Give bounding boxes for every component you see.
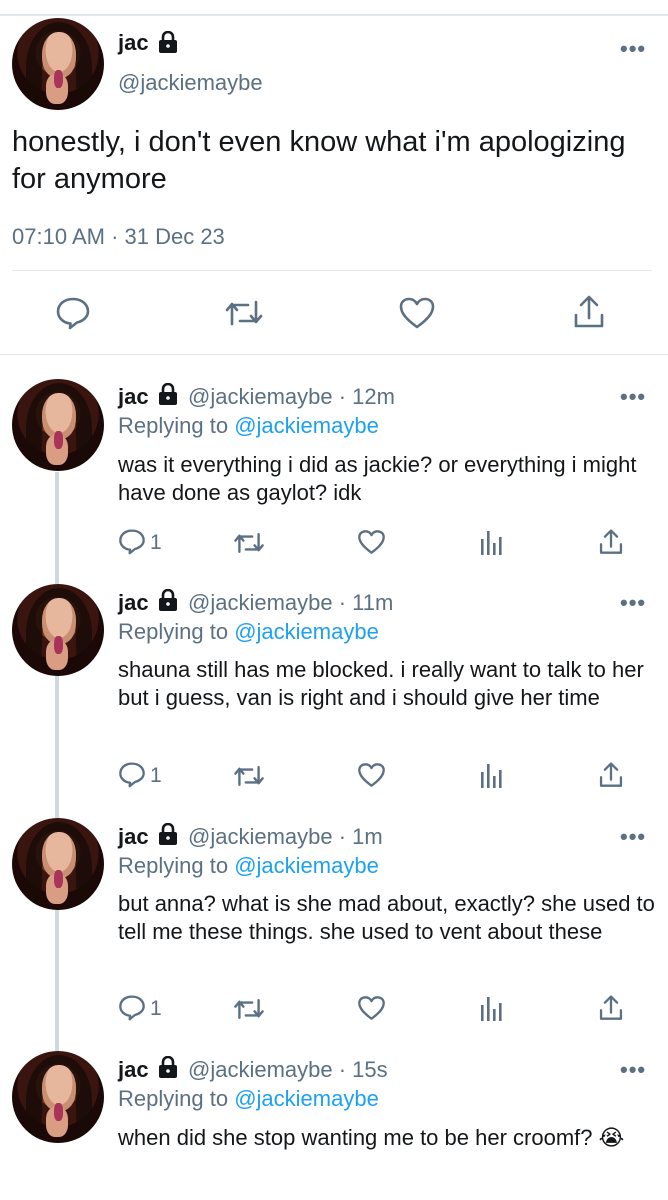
- replying-to: Replying to @jackiemaybe: [118, 619, 379, 644]
- username-timestamp[interactable]: @jackiemaybe · 1m: [188, 824, 383, 850]
- analytics-icon[interactable]: [480, 995, 502, 1021]
- display-name[interactable]: jac: [118, 824, 149, 850]
- lock-icon: [158, 382, 178, 405]
- display-name[interactable]: jac: [118, 384, 149, 410]
- lock-icon: [158, 1055, 178, 1078]
- retweet-icon[interactable]: [233, 764, 265, 788]
- avatar[interactable]: [12, 1051, 104, 1143]
- analytics-icon[interactable]: [480, 762, 502, 788]
- lock-icon: [158, 822, 178, 845]
- retweet-icon[interactable]: [233, 531, 265, 555]
- share-icon[interactable]: [598, 761, 624, 789]
- share-icon[interactable]: [598, 994, 624, 1022]
- lock-icon: [158, 588, 178, 611]
- top-divider: [0, 14, 668, 16]
- more-icon[interactable]: •••: [620, 1059, 646, 1081]
- replying-to: Replying to @jackiemaybe: [118, 413, 379, 438]
- thread-line: [55, 910, 59, 1052]
- avatar[interactable]: [12, 584, 104, 676]
- like-icon[interactable]: [357, 529, 386, 555]
- tweet-text: honestly, i don't even know what i'm apo…: [12, 126, 626, 195]
- divider: [0, 354, 668, 355]
- more-icon[interactable]: •••: [620, 826, 646, 848]
- tweet-text: shauna still has me blocked. i really wa…: [118, 657, 644, 710]
- tweet-timestamp[interactable]: 07:10 AM · 31 Dec 23: [12, 224, 225, 250]
- divider: [12, 270, 652, 271]
- reply-icon[interactable]: [118, 761, 146, 788]
- avatar[interactable]: [12, 818, 104, 910]
- lock-icon: [158, 30, 178, 53]
- avatar[interactable]: [12, 379, 104, 471]
- more-icon[interactable]: •••: [620, 386, 646, 408]
- like-icon[interactable]: [357, 762, 386, 788]
- username-timestamp[interactable]: @jackiemaybe · 15s: [188, 1057, 388, 1083]
- share-icon[interactable]: [572, 294, 606, 330]
- tweet-text: when did she stop wanting me to be her c…: [118, 1125, 625, 1150]
- reply-count: 1: [150, 764, 162, 787]
- display-name[interactable]: jac: [118, 30, 149, 56]
- mention-link[interactable]: @jackiemaybe: [234, 413, 379, 438]
- replying-to: Replying to @jackiemaybe: [118, 853, 379, 878]
- username-timestamp[interactable]: @jackiemaybe · 12m: [188, 384, 395, 410]
- retweet-icon[interactable]: [233, 997, 265, 1021]
- analytics-icon[interactable]: [480, 529, 502, 555]
- tweet-text: was it everything i did as jackie? or ev…: [118, 452, 637, 505]
- thread-line: [55, 472, 59, 584]
- like-icon[interactable]: [357, 995, 386, 1021]
- reply-count: 1: [150, 997, 162, 1020]
- reply-icon[interactable]: [118, 528, 146, 555]
- display-name[interactable]: jac: [118, 590, 149, 616]
- tweet-text: but anna? what is she mad about, exactly…: [118, 891, 655, 944]
- mention-link[interactable]: @jackiemaybe: [234, 853, 379, 878]
- reply-icon[interactable]: [118, 994, 146, 1021]
- display-name[interactable]: jac: [118, 1057, 149, 1083]
- replying-to: Replying to @jackiemaybe: [118, 1086, 379, 1111]
- reply-count: 1: [150, 531, 162, 554]
- retweet-icon[interactable]: [224, 298, 264, 328]
- share-icon[interactable]: [598, 528, 624, 556]
- avatar[interactable]: [12, 18, 104, 110]
- mention-link[interactable]: @jackiemaybe: [234, 1086, 379, 1111]
- username-timestamp[interactable]: @jackiemaybe · 11m: [188, 590, 393, 616]
- more-icon[interactable]: •••: [620, 38, 646, 60]
- mention-link[interactable]: @jackiemaybe: [234, 619, 379, 644]
- more-icon[interactable]: •••: [620, 592, 646, 614]
- thread-line: [55, 676, 59, 818]
- username[interactable]: @jackiemaybe: [118, 70, 263, 96]
- like-icon[interactable]: [398, 296, 436, 330]
- reply-icon[interactable]: [55, 296, 91, 330]
